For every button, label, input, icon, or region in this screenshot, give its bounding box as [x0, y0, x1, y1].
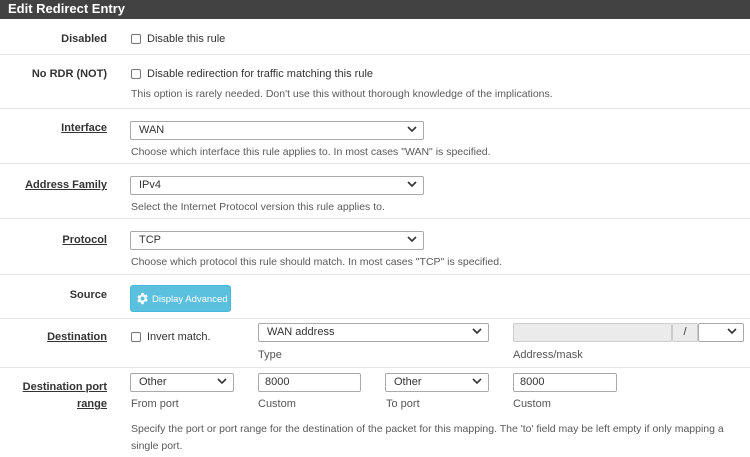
destination-port-label-line2: range [77, 398, 107, 410]
interface-select-value: WAN [139, 124, 165, 136]
from-port-sublabel: From port [131, 398, 179, 410]
destination-type-value: WAN address [267, 326, 335, 338]
destination-type-sublabel: Type [258, 349, 282, 361]
interface-select[interactable]: WAN [130, 121, 424, 140]
address-family-label: Address Family [25, 179, 107, 191]
from-port-custom-input[interactable]: 8000 [258, 373, 361, 392]
chevron-down-icon [472, 374, 482, 391]
interface-help: Choose which interface this rule applies… [131, 146, 491, 158]
chevron-down-icon [217, 374, 227, 391]
display-advanced-label: Display Advanced [152, 294, 228, 305]
from-port-select[interactable]: Other [130, 373, 234, 392]
gear-icon [136, 292, 149, 305]
row-disabled: Disabled Disable this rule [0, 19, 750, 55]
row-address-family: Address Family IPv4 Select the Internet … [0, 164, 750, 219]
to-port-custom-sublabel: Custom [513, 398, 551, 410]
display-advanced-button[interactable]: Display Advanced [130, 285, 231, 312]
address-family-select[interactable]: IPv4 [130, 176, 424, 195]
address-family-select-value: IPv4 [139, 179, 162, 191]
protocol-select-value: TCP [139, 234, 161, 246]
protocol-select[interactable]: TCP [130, 231, 424, 250]
chevron-down-icon [407, 122, 417, 139]
no-rdr-checkbox[interactable] [131, 69, 141, 79]
disable-rule-checkbox[interactable] [131, 34, 141, 44]
from-port-custom-sublabel: Custom [258, 398, 296, 410]
protocol-label: Protocol [62, 234, 107, 246]
row-destination-port-range: Destination port range Other From port 8… [0, 368, 750, 457]
destination-address-input[interactable] [513, 323, 672, 342]
row-interface: Interface WAN Choose which interface thi… [0, 109, 750, 164]
from-port-select-value: Other [139, 376, 167, 388]
destination-port-label-line1: Destination port [22, 381, 107, 393]
row-source: Source [0, 275, 750, 319]
disable-rule-checkbox-label: Disable this rule [147, 33, 226, 45]
chevron-down-icon [407, 232, 417, 249]
address-family-help: Select the Internet Protocol version thi… [131, 201, 385, 213]
destination-label: Destination [47, 331, 107, 343]
invert-match-checkbox[interactable] [131, 332, 141, 342]
chevron-down-icon [407, 177, 417, 194]
no-rdr-help: This option is rarely needed. Don't use … [131, 88, 553, 100]
no-rdr-label: No RDR (NOT) [31, 68, 107, 80]
protocol-help: Choose which protocol this rule should m… [131, 256, 503, 268]
chevron-down-icon [472, 324, 482, 341]
destination-port-help: Specify the port or port range for the d… [131, 423, 724, 452]
interface-label: Interface [61, 122, 107, 134]
row-protocol: Protocol TCP Choose which protocol this … [0, 219, 750, 275]
chevron-down-icon [727, 324, 737, 341]
destination-type-select[interactable]: WAN address [258, 323, 489, 342]
to-port-select[interactable]: Other [385, 373, 489, 392]
destination-mask-separator: / [672, 323, 698, 342]
row-destination: Destination Invert match. WAN address Ty… [0, 319, 750, 368]
no-rdr-checkbox-label: Disable redirection for traffic matching… [147, 68, 374, 80]
panel-title: Edit Redirect Entry [0, 0, 750, 19]
source-label: Source [69, 289, 107, 301]
to-port-select-value: Other [394, 376, 422, 388]
to-port-sublabel: To port [386, 398, 420, 410]
address-mask-sublabel: Address/mask [513, 349, 583, 361]
invert-match-label: Invert match. [147, 331, 211, 343]
mask-separator-text: / [683, 326, 687, 338]
destination-mask-select[interactable] [698, 323, 744, 342]
row-no-rdr: No RDR (NOT) Disable redirection for tra… [0, 55, 750, 109]
to-port-custom-input[interactable]: 8000 [513, 373, 617, 392]
disabled-label: Disabled [61, 33, 107, 45]
